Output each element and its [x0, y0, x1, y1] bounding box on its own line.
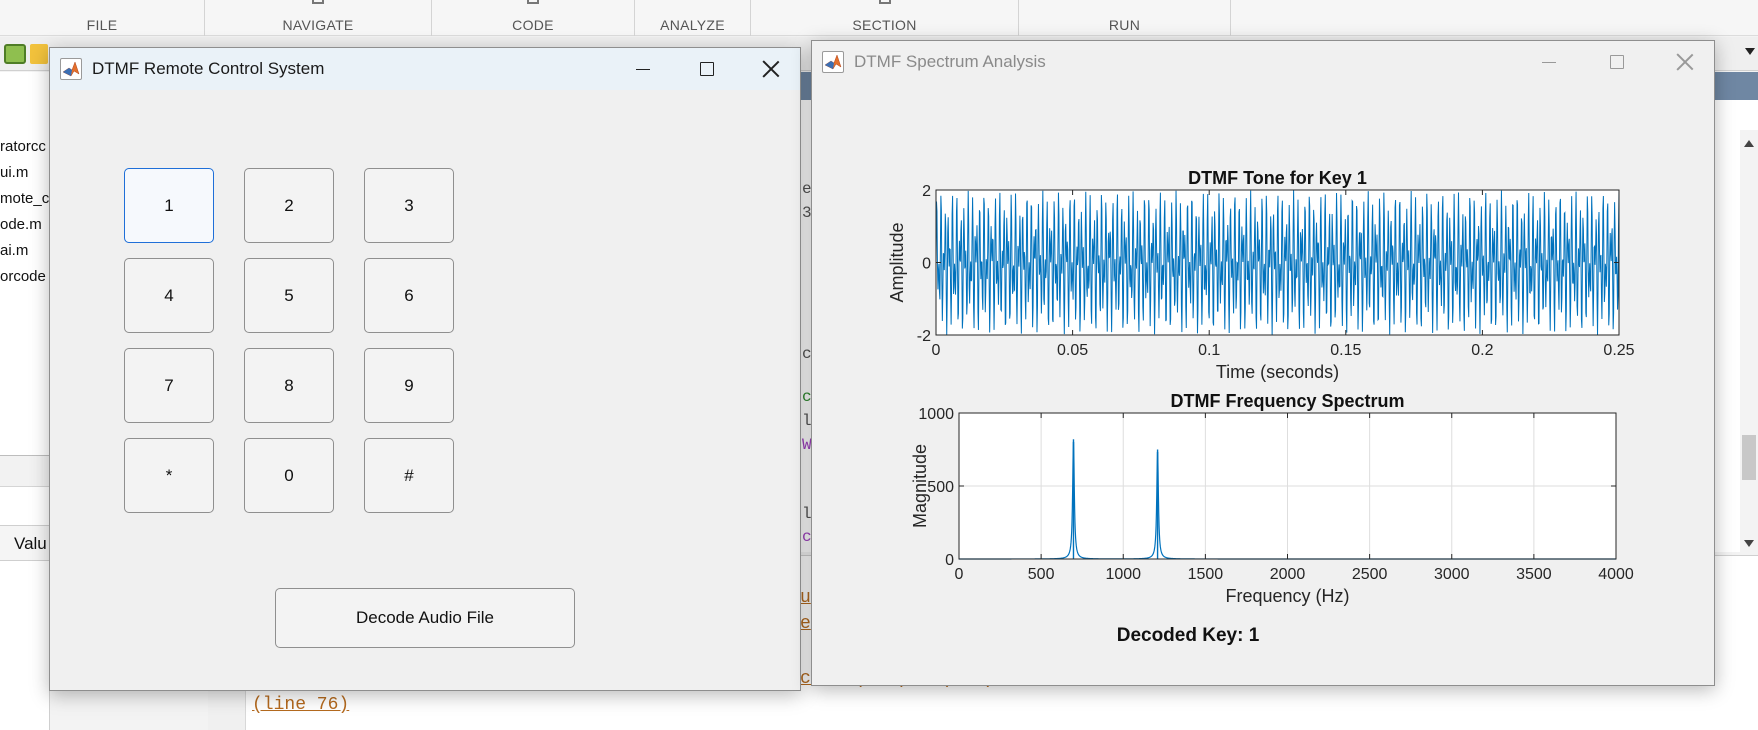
tone-ylabel: Amplitude — [887, 222, 907, 302]
spectrum-x-tick-label: 3000 — [1434, 566, 1470, 583]
tab-analyze[interactable]: ANALYZE — [635, 0, 751, 36]
key-hash-button[interactable]: # — [364, 438, 454, 513]
tone-x-tick-label: 0 — [932, 342, 941, 359]
tab-run-label: RUN — [1108, 17, 1141, 33]
navigate-icon — [312, 0, 324, 4]
tab-section-label: SECTION — [852, 17, 917, 33]
panel-separator — [0, 455, 50, 487]
folder-icon[interactable] — [30, 44, 48, 64]
spectrum-x-tick-label: 2000 — [1270, 566, 1306, 583]
decode-audio-file-button[interactable]: Decode Audio File — [275, 588, 575, 648]
tab-navigate-label: NAVIGATE — [282, 17, 354, 33]
minimize-button[interactable] — [610, 48, 674, 90]
file-item[interactable]: ode.m — [0, 216, 42, 233]
keypad-titlebar[interactable]: DTMF Remote Control System — [50, 48, 800, 90]
tab-analyze-label: ANALYZE — [660, 17, 725, 33]
key-1-button[interactable]: 1 — [124, 168, 214, 243]
spectrum-title: DTMF Frequency Spectrum — [1170, 391, 1404, 411]
spectrum-xlabel: Frequency (Hz) — [1225, 586, 1349, 606]
tab-file-label: FILE — [86, 17, 118, 33]
file-item[interactable]: mote_c — [0, 190, 49, 207]
address-dropdown-icon[interactable] — [1745, 48, 1755, 55]
key-9-button[interactable]: 9 — [364, 348, 454, 423]
spectrum-y-tick-label: 1000 — [918, 406, 954, 423]
file-item[interactable]: ai.m — [0, 242, 28, 259]
section-icon — [878, 0, 891, 4]
tab-file[interactable]: FILE — [0, 0, 205, 36]
tone-x-tick-label: 0.1 — [1198, 342, 1220, 359]
spectrum-y-tick-label: 500 — [927, 479, 954, 496]
key-star-button[interactable]: * — [124, 438, 214, 513]
tone-y-tick-label: -2 — [917, 328, 931, 345]
file-item[interactable]: ui.m — [0, 164, 28, 181]
minimize-icon — [636, 69, 650, 70]
spectrum-x-tick-label: 1500 — [1188, 566, 1224, 583]
tone-x-tick-label: 0.25 — [1603, 342, 1634, 359]
key-6-button[interactable]: 6 — [364, 258, 454, 333]
keypad-window: DTMF Remote Control System 1 2 3 4 5 6 7… — [49, 47, 801, 691]
command-fragment: e — [800, 614, 811, 634]
tone-title: DTMF Tone for Key 1 — [1188, 168, 1367, 188]
tab-code[interactable]: CODE — [432, 0, 635, 36]
file-item[interactable]: orcode — [0, 268, 46, 285]
browse-folder-icon[interactable] — [4, 44, 26, 64]
tone-y-tick-label: 0 — [922, 256, 931, 273]
spectrum-x-tick-label: 4000 — [1598, 566, 1634, 583]
tone-x-tick-label: 0.15 — [1330, 342, 1361, 359]
keypad-window-title: DTMF Remote Control System — [92, 59, 325, 78]
current-folder-panel: ratorcc ui.m mote_c ode.m ai.m orcode Va… — [0, 72, 50, 730]
tab-section[interactable]: SECTION — [751, 0, 1019, 36]
key-8-button[interactable]: 8 — [244, 348, 334, 423]
spectrum-x-tick-label: 500 — [1028, 566, 1055, 583]
spectrum-y-tick-label: 0 — [945, 552, 954, 569]
file-item[interactable]: ratorcc — [0, 138, 46, 155]
key-4-button[interactable]: 4 — [124, 258, 214, 333]
plot-canvas: 0 0.05 0.1 0.15 0.2 0.2520-2DTMF Tone for Key… — [887, 168, 1635, 646]
key-2-button[interactable]: 2 — [244, 168, 334, 243]
tab-run[interactable]: RUN — [1019, 0, 1231, 36]
toolstrip: FILE NAVIGATE CODE ANALYZE SECTION RUN — [0, 0, 1758, 36]
matlab-icon — [60, 58, 82, 80]
spectrum-x-tick-label: 3500 — [1516, 566, 1552, 583]
tone-x-tick-label: 0.2 — [1471, 342, 1493, 359]
spectrum-window: DTMF Spectrum Analysis 0 0.05 0.1 0.15 0.2 0.… — [811, 40, 1715, 686]
tone-x-tick-label: 0.05 — [1057, 342, 1088, 359]
key-7-button[interactable]: 7 — [124, 348, 214, 423]
key-3-button[interactable]: 3 — [364, 168, 454, 243]
close-icon — [762, 60, 780, 78]
spectrum-x-tick-label: 0 — [955, 566, 964, 583]
error-line-link[interactable]: (line 76) — [252, 695, 349, 715]
spectrum-x-tick-label: 1000 — [1105, 566, 1141, 583]
spectrum-x-tick-label: 2500 — [1352, 566, 1388, 583]
tab-code-label: CODE — [512, 17, 554, 33]
key-0-button[interactable]: 0 — [244, 438, 334, 513]
editor-scrollbar-thumb[interactable] — [1742, 435, 1756, 480]
command-fragment: u — [800, 588, 811, 608]
code-icon — [527, 0, 539, 4]
tab-navigate[interactable]: NAVIGATE — [205, 0, 432, 36]
spectrum-ylabel: Magnitude — [910, 444, 930, 528]
decoded-key-label: Decoded Key: 1 — [1117, 625, 1260, 646]
maximize-button[interactable] — [674, 48, 738, 90]
tone-xlabel: Time (seconds) — [1216, 362, 1339, 382]
close-button[interactable] — [738, 48, 802, 90]
key-5-button[interactable]: 5 — [244, 258, 334, 333]
scroll-up-icon[interactable] — [1744, 140, 1754, 147]
maximize-icon — [700, 62, 714, 76]
workspace-value-header[interactable]: Valu — [0, 525, 50, 561]
scroll-down-icon[interactable] — [1744, 540, 1754, 547]
editor-scrollbar[interactable] — [1740, 130, 1758, 555]
tone-y-tick-label: 2 — [922, 183, 931, 200]
